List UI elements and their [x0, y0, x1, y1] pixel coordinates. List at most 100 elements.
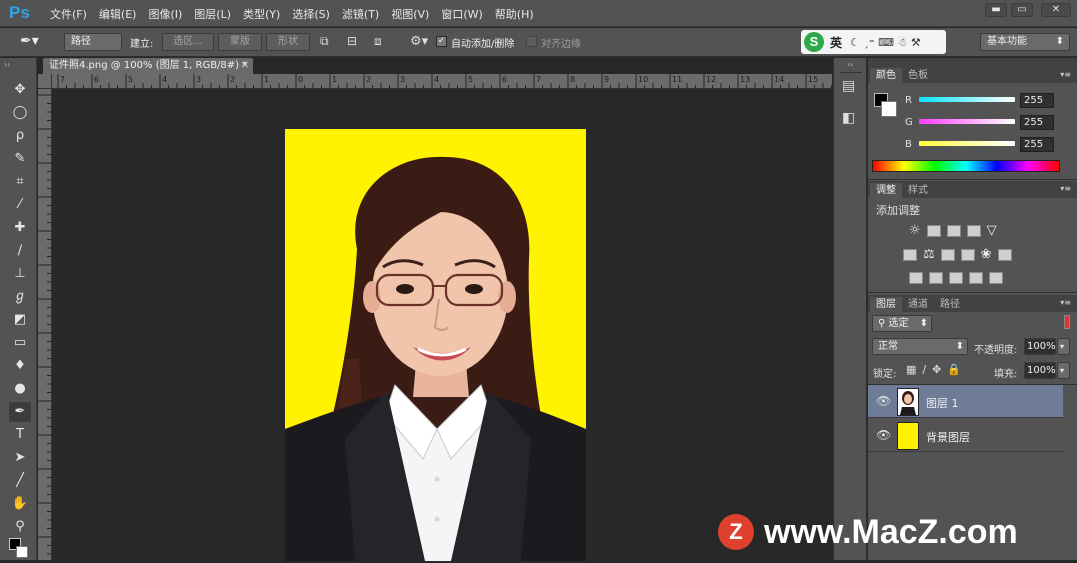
close-icon[interactable]: ✕ — [241, 58, 249, 74]
crop-tool-icon[interactable]: ⌗ — [9, 172, 31, 192]
layer-filter-select[interactable]: ⚲ 选定 ⬍ — [872, 315, 932, 332]
red-slider[interactable] — [919, 97, 1015, 102]
lock-icons[interactable]: ▦∕✥🔒 — [906, 363, 967, 376]
curves-icon[interactable] — [946, 225, 961, 237]
tab-styles[interactable]: 样式 — [902, 183, 934, 198]
path-operations-icon[interactable]: ⧉ — [320, 34, 329, 49]
make-shape-button[interactable]: 形状 — [266, 33, 310, 51]
align-edges-checkbox[interactable] — [526, 36, 537, 47]
eyedropper-tool-icon[interactable]: ⁄ — [9, 195, 31, 215]
tab-adjustments[interactable]: 调整 — [870, 183, 902, 198]
properties-panel-icon[interactable]: ◧ — [842, 110, 855, 126]
workspace-select[interactable]: 基本功能 ⬍ — [980, 33, 1070, 51]
history-panel-icon[interactable]: ▤ — [842, 78, 855, 94]
ruler-origin[interactable] — [38, 74, 52, 89]
fill-input[interactable]: 100% — [1024, 362, 1056, 379]
vibrance-icon[interactable]: ▽ — [987, 223, 997, 238]
document-tab[interactable]: 证件照4.png @ 100% (图层 1, RGB/8#) * ✕ — [43, 58, 253, 74]
path-selection-tool-icon[interactable]: ➤ — [9, 448, 31, 468]
threshold-icon[interactable] — [949, 272, 963, 284]
black-white-icon[interactable] — [940, 249, 955, 261]
pen-tool-icon[interactable]: ✒ — [9, 402, 31, 422]
collapse-icon[interactable]: ‹‹ — [847, 60, 853, 69]
gear-icon[interactable]: ⚙▾ — [410, 34, 428, 49]
menu-type[interactable]: 类型(Y) — [237, 6, 286, 22]
panel-menu-icon[interactable]: ▾≡ — [1060, 298, 1071, 307]
green-slider[interactable] — [919, 119, 1015, 124]
vertical-ruler[interactable] — [38, 89, 52, 560]
red-value[interactable]: 255 — [1020, 93, 1054, 108]
exposure-icon[interactable] — [966, 225, 981, 237]
fill-dropdown-icon[interactable]: ▾ — [1057, 362, 1070, 379]
opacity-dropdown-icon[interactable]: ▾ — [1057, 338, 1070, 355]
tab-layers[interactable]: 图层 — [870, 297, 902, 312]
menu-edit[interactable]: 编辑(E) — [93, 6, 143, 22]
healing-brush-tool-icon[interactable]: ✚ — [9, 218, 31, 238]
invert-icon[interactable] — [909, 272, 923, 284]
eye-icon[interactable]: 👁 — [876, 428, 891, 442]
hue-saturation-icon[interactable] — [903, 249, 917, 261]
background-color-swatch[interactable] — [16, 546, 28, 558]
move-tool-icon[interactable]: ✥ — [9, 80, 31, 100]
brush-tool-icon[interactable]: ∕ — [9, 241, 31, 261]
posterize-icon[interactable] — [929, 272, 943, 284]
tab-channels[interactable]: 通道 — [902, 297, 934, 312]
dodge-tool-icon[interactable]: ● — [9, 379, 31, 399]
path-arrangement-icon[interactable]: ⧈ — [374, 34, 382, 49]
line-tool-icon[interactable]: ╱ — [9, 471, 31, 491]
blur-tool-icon[interactable]: ♦ — [9, 356, 31, 376]
brightness-icon[interactable]: ☼ — [909, 223, 921, 238]
green-value[interactable]: 255 — [1020, 115, 1054, 130]
menu-image[interactable]: 图像(I) — [142, 6, 188, 22]
panel-menu-icon[interactable]: ▾≡ — [1060, 184, 1071, 193]
eraser-tool-icon[interactable]: ◩ — [9, 310, 31, 330]
maximize-button[interactable]: ▭ — [1011, 3, 1033, 17]
selective-color-icon[interactable] — [969, 272, 983, 284]
zoom-tool-icon[interactable]: ⚲ — [9, 517, 31, 537]
passport-photo-canvas[interactable] — [285, 129, 586, 561]
menu-file[interactable]: 文件(F) — [44, 6, 93, 22]
history-brush-tool-icon[interactable]: ℊ — [9, 287, 31, 307]
layer-row-background[interactable]: 👁 背景图层 — [868, 419, 1063, 452]
path-alignment-icon[interactable]: ⊟ — [347, 34, 357, 48]
eye-icon[interactable]: 👁 — [876, 394, 891, 408]
levels-icon[interactable] — [926, 225, 941, 237]
pen-tool-preset-icon[interactable]: ✒▾ — [20, 33, 39, 49]
tab-paths[interactable]: 路径 — [934, 297, 966, 312]
make-selection-button[interactable]: 选区... — [162, 33, 214, 51]
tab-color[interactable]: 颜色 — [870, 68, 902, 83]
lasso-tool-icon[interactable]: ρ — [9, 126, 31, 146]
panel-menu-icon[interactable]: ▾≡ — [1060, 70, 1071, 79]
menu-filter[interactable]: 滤镜(T) — [336, 6, 385, 22]
background-color-swatch[interactable] — [881, 101, 897, 117]
blue-value[interactable]: 255 — [1020, 137, 1054, 152]
ime-toolbar[interactable]: S 英 ☾ ˏ⁼ ⌨ ☃ ⚒ — [801, 30, 946, 54]
clone-stamp-tool-icon[interactable]: ⊥ — [9, 264, 31, 284]
blend-mode-select[interactable]: 正常 ⬍ — [872, 338, 968, 355]
type-tool-icon[interactable]: T — [9, 425, 31, 445]
auto-add-delete-checkbox[interactable]: ✓ — [436, 36, 447, 47]
photo-filter-icon[interactable] — [960, 249, 975, 261]
make-mask-button[interactable]: 蒙版 — [218, 33, 262, 51]
menu-window[interactable]: 窗口(W) — [435, 6, 488, 22]
color-balance-icon[interactable]: ⚖ — [923, 247, 935, 262]
collapse-icon[interactable]: ›› — [4, 60, 10, 69]
blue-slider[interactable] — [919, 141, 1015, 146]
menu-view[interactable]: 视图(V) — [385, 6, 435, 22]
filter-toggle[interactable] — [1064, 315, 1070, 329]
close-button[interactable]: ✕ — [1041, 3, 1071, 17]
menu-help[interactable]: 帮助(H) — [489, 6, 540, 22]
menu-layer[interactable]: 图层(L) — [188, 6, 237, 22]
menu-select[interactable]: 选择(S) — [286, 6, 336, 22]
color-lookup-icon[interactable] — [997, 249, 1012, 261]
layer-row-layer1[interactable]: 👁 图层 1 — [868, 385, 1063, 418]
minimize-button[interactable]: ▬ — [985, 3, 1007, 17]
color-spectrum-bar[interactable] — [872, 160, 1060, 172]
horizontal-ruler[interactable]: 7 6 5 4 3 2 1 0 1 2 3 4 5 6 7 8 9 10 11 12 13 14 15 — [52, 74, 832, 89]
opacity-input[interactable]: 100% — [1024, 338, 1056, 355]
hand-tool-icon[interactable]: ✋ — [9, 494, 31, 514]
pen-mode-select[interactable]: 路径 — [64, 33, 122, 51]
channel-mixer-icon[interactable]: ❀ — [981, 247, 992, 262]
gradient-map-icon[interactable] — [989, 272, 1003, 284]
quick-selection-tool-icon[interactable]: ✎ — [9, 149, 31, 169]
